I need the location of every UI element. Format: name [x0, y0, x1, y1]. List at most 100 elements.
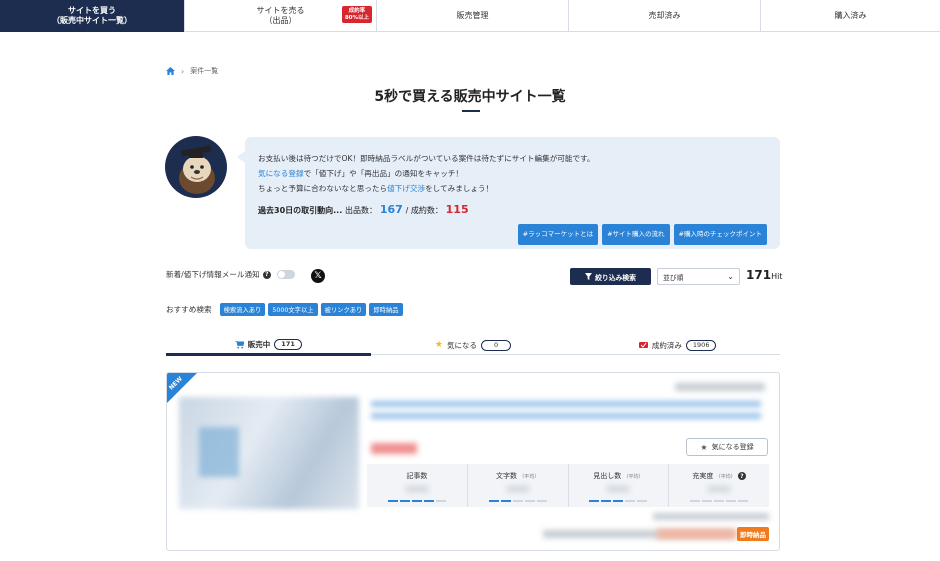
recommended-label: おすすめ検索 — [166, 305, 212, 314]
reco-tag-backlinks[interactable]: 被リンクあり — [320, 303, 367, 316]
hit-unit: Hit — [771, 272, 783, 281]
hit-number: 171 — [746, 268, 772, 282]
home-icon[interactable] — [166, 67, 175, 75]
filter-icon — [585, 273, 593, 280]
recommended-search: おすすめ検索 検索流入あり 5000文字以上 被リンクあり 即時納品 — [166, 303, 403, 316]
listed-count: 167 — [379, 203, 403, 216]
message-line-3-post: をしてみましょう！ — [425, 184, 494, 193]
notify-label: 新着/値下げ情報メール通知 — [166, 270, 260, 279]
metric-value-blurred — [405, 486, 428, 492]
chevron-down-icon: ⌄ — [727, 272, 734, 281]
mascot-avatar — [165, 136, 227, 198]
tab-favorites[interactable]: ★ 気になる 0 — [371, 336, 576, 354]
listed-label: 出品数： — [345, 206, 378, 215]
site-title-blurred[interactable] — [371, 401, 761, 423]
price-negotiation-link[interactable]: 値下げ交渉 — [387, 184, 425, 193]
breadcrumb: › 案件一覧 — [166, 66, 218, 76]
nav-sold[interactable]: 売却済み — [569, 0, 761, 32]
breadcrumb-current: 案件一覧 — [190, 67, 219, 75]
listing-card[interactable]: NEW ★ 気になる登録 記事数 文字数 （平均） 見出し数 （平均） 充実度 … — [166, 372, 780, 551]
metric-characters: 文字数 （平均） — [468, 464, 569, 507]
handshake-icon — [638, 342, 648, 348]
card-price-tag-blurred — [657, 529, 737, 539]
nav-sold-label: 売却済み — [648, 10, 681, 20]
tab-favorites-count: 0 — [480, 339, 512, 351]
star-icon: ★ — [434, 340, 443, 350]
metric-label: 充実度 — [692, 472, 714, 480]
title-underline — [462, 110, 480, 112]
hit-count: 171Hit — [746, 268, 782, 282]
favorite-register-button[interactable]: ★ 気になる登録 — [686, 438, 768, 456]
metric-label: 見出し数 — [593, 472, 622, 480]
metric-headings: 見出し数 （平均） — [569, 464, 670, 507]
instant-delivery-badge: 即時納品 — [737, 527, 769, 541]
tab-closed-count: 1906 — [685, 339, 717, 351]
help-icon[interactable]: ? — [737, 472, 746, 480]
notify-toggle[interactable] — [276, 270, 295, 279]
tag-checkpoints[interactable]: #購入時のチェックポイント — [673, 224, 767, 245]
reco-tag-instant[interactable]: 即時納品 — [369, 303, 403, 316]
tab-on-sale-count: 171 — [274, 339, 302, 350]
tab-closed[interactable]: 成約済み 1906 — [575, 336, 780, 354]
tab-closed-label: 成約済み — [651, 340, 682, 350]
page-title: 5秒で買える販売中サイト一覧 — [374, 89, 566, 105]
metric-level-bar — [488, 500, 547, 502]
metric-label: 記事数 — [406, 472, 428, 480]
metric-level-bar — [589, 500, 648, 502]
x-share-icon[interactable]: 𝕏 — [311, 269, 325, 283]
site-category-blurred — [675, 383, 765, 391]
sort-select[interactable]: 並び順 ⌄ — [657, 268, 740, 285]
chevron-right-icon: › — [181, 66, 185, 76]
nav-sell-label: サイトを売る （出品） — [256, 5, 305, 25]
metric-articles: 記事数 — [367, 464, 468, 507]
metric-level-bar — [690, 500, 749, 502]
metric-value-blurred — [708, 486, 731, 492]
favorite-register-link[interactable]: 気になる登録 — [258, 169, 304, 178]
nav-sales-management[interactable]: 販売管理 — [377, 0, 569, 32]
top-navigation: サイトを買う （販売中サイト一覧） サイトを売る （出品） 成約率 80%以上 … — [0, 0, 940, 32]
closed-count: 115 — [445, 203, 469, 216]
email-notify-setting: 新着/値下げ情報メール通知 ? — [166, 269, 295, 280]
tag-purchase-flow[interactable]: #サイト購入の流れ — [602, 224, 670, 245]
trade-stats: 過去30日の取引動向... 出品数： 167 / 成約数： 115 — [258, 203, 469, 216]
site-metrics: 記事数 文字数 （平均） 見出し数 （平均） 充実度 （平均） ? — [367, 464, 769, 507]
message-line-1: お支払い後は待つだけでOK！即時納品ラベルがついている案件は待たずにサイト編集が… — [258, 154, 595, 163]
site-price-blurred — [371, 443, 417, 454]
message-line-2: 気になる登録で「値下げ」や「再出品」の通知をキャッチ！ — [258, 166, 768, 181]
tab-favorites-label: 気になる — [446, 340, 477, 350]
metric-value-blurred — [607, 486, 630, 492]
stats-label: 過去30日の取引動向... — [258, 206, 343, 215]
message-line-3: ちょっと予算に合わないなと思ったら値下げ交渉をしてみましょう！ — [258, 181, 768, 196]
reco-tag-5000-chars[interactable]: 5000文字以上 — [268, 303, 318, 316]
success-rate-badge: 成約率 80%以上 — [341, 6, 372, 24]
tab-on-sale-label: 販売中 — [247, 340, 271, 349]
site-thumbnail[interactable] — [179, 397, 359, 509]
otter-mascot-icon — [179, 145, 215, 194]
message-line-3-pre: ちょっと予算に合わないなと思ったら — [258, 184, 388, 193]
filter-search-button[interactable]: 絞り込み検索 — [570, 268, 651, 285]
nav-buy-label: サイトを買う （販売中サイト一覧） — [52, 5, 132, 25]
metric-level-bar — [387, 500, 446, 502]
nav-buy-site[interactable]: サイトを買う （販売中サイト一覧） — [0, 0, 185, 32]
nav-bought[interactable]: 購入済み — [761, 0, 940, 32]
nav-manage-label: 販売管理 — [456, 10, 489, 20]
message-line-2-text: で「値下げ」や「再出品」の通知をキャッチ！ — [303, 169, 464, 178]
nav-bought-label: 購入済み — [834, 10, 867, 20]
reco-tag-search-traffic[interactable]: 検索流入あり — [219, 303, 266, 316]
closed-label: 成約数： — [410, 206, 443, 215]
info-message-box: お支払い後は待つだけでOK！即時納品ラベルがついている案件は待たずにサイト編集が… — [237, 137, 780, 249]
card-meta-blurred — [653, 513, 769, 520]
info-tag-list: #ラッコマーケットとは #サイト購入の流れ #購入時のチェックポイント — [517, 224, 767, 245]
metric-completeness: 充実度 （平均） ? — [669, 464, 769, 507]
cart-icon — [234, 340, 244, 349]
star-icon: ★ — [700, 442, 708, 452]
sort-selected: 並び順 — [663, 273, 684, 282]
filter-button-label: 絞り込み検索 — [595, 273, 636, 282]
listing-tabs: 販売中 171 ★ 気になる 0 成約済み 1906 — [166, 336, 780, 356]
metric-value-blurred — [506, 486, 529, 492]
tag-about-rakko[interactable]: #ラッコマーケットとは — [517, 224, 599, 245]
favorite-button-label: 気になる登録 — [711, 443, 754, 451]
help-icon[interactable]: ? — [262, 270, 271, 279]
tab-on-sale[interactable]: 販売中 171 — [166, 336, 371, 356]
nav-sell-site[interactable]: サイトを売る （出品） 成約率 80%以上 — [185, 0, 377, 32]
